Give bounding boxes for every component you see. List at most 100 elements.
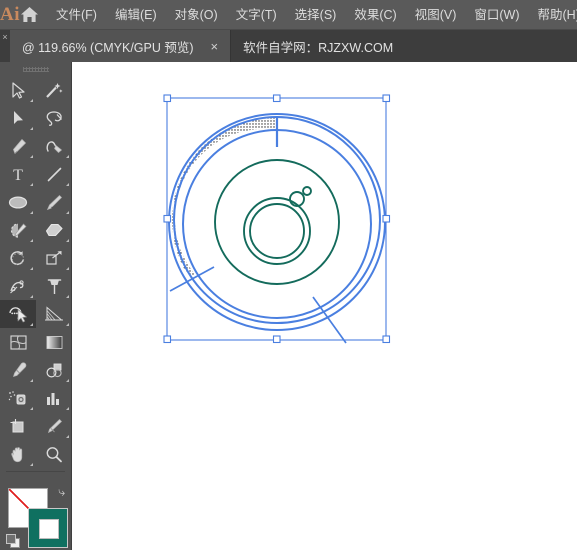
cone-ring-green bbox=[214, 159, 340, 285]
menu-effect[interactable]: 效果(C) bbox=[345, 0, 405, 30]
app-logo: Ai bbox=[0, 3, 20, 25]
flyout-indicator-icon bbox=[66, 407, 69, 410]
pen-tool[interactable] bbox=[0, 132, 36, 160]
toolbar-divider bbox=[6, 471, 65, 472]
zoom-tool[interactable] bbox=[36, 440, 72, 468]
column-graph-tool[interactable] bbox=[36, 384, 72, 412]
default-fill-stroke-icon[interactable] bbox=[6, 534, 21, 549]
perspective-grid-tool[interactable] bbox=[36, 300, 72, 328]
second-ring-blue bbox=[182, 129, 372, 319]
flyout-indicator-icon bbox=[66, 379, 69, 382]
type-tool[interactable]: T bbox=[0, 160, 36, 188]
panel-close-icon[interactable]: × bbox=[0, 30, 10, 62]
tools-panel-grip[interactable] bbox=[0, 62, 71, 76]
menu-object[interactable]: 对象(O) bbox=[166, 0, 227, 30]
flyout-indicator-icon bbox=[66, 211, 69, 214]
stroke-swatch[interactable] bbox=[28, 508, 68, 548]
flyout-indicator-icon bbox=[30, 127, 33, 130]
flyout-indicator-icon bbox=[30, 267, 33, 270]
close-icon[interactable]: × bbox=[208, 40, 222, 53]
artwork-svg bbox=[163, 94, 391, 344]
flyout-indicator-icon bbox=[30, 463, 33, 466]
tick-diagonal-group bbox=[169, 266, 347, 344]
eraser-tool[interactable] bbox=[36, 216, 72, 244]
shape-builder-tool[interactable] bbox=[0, 300, 36, 328]
illustrator-window: Ai 文件(F) 编辑(E) 对象(O) 文字(T) 选择(S) 效果(C) 视… bbox=[0, 0, 577, 550]
svg-text:T: T bbox=[13, 167, 23, 183]
flyout-indicator-icon bbox=[30, 99, 33, 102]
gradient-tool[interactable] bbox=[36, 328, 72, 356]
paintbrush-tool[interactable] bbox=[36, 188, 72, 216]
shaper-tool[interactable] bbox=[0, 216, 36, 244]
tool-grid: T bbox=[0, 76, 71, 468]
flyout-indicator-icon bbox=[66, 267, 69, 270]
document-canvas[interactable] bbox=[72, 62, 577, 550]
menu-edit[interactable]: 编辑(E) bbox=[106, 0, 166, 30]
slice-tool[interactable] bbox=[36, 412, 72, 440]
menu-item-list: 文件(F) 编辑(E) 对象(O) 文字(T) 选择(S) 效果(C) 视图(V… bbox=[47, 0, 577, 30]
grip-dots-icon bbox=[22, 66, 49, 72]
stroke-swatch-center bbox=[39, 519, 59, 539]
handle-bottom-left bbox=[163, 335, 172, 344]
green-ring-group bbox=[214, 159, 340, 285]
menu-bar: Ai 文件(F) 编辑(E) 对象(O) 文字(T) 选择(S) 效果(C) 视… bbox=[0, 0, 577, 30]
ellipse-tool[interactable] bbox=[0, 188, 36, 216]
flyout-indicator-icon bbox=[66, 435, 69, 438]
rotate-tool[interactable] bbox=[0, 244, 36, 272]
color-controls: ⤶ bbox=[0, 480, 71, 550]
tools-panel: T ⤶ bbox=[0, 62, 72, 550]
artboard-tool[interactable] bbox=[0, 412, 36, 440]
hand-tool[interactable] bbox=[0, 440, 36, 468]
flyout-indicator-icon bbox=[30, 379, 33, 382]
flyout-indicator-icon bbox=[30, 183, 33, 186]
symbol-sprayer-tool[interactable] bbox=[0, 384, 36, 412]
eyedropper-tool[interactable] bbox=[0, 356, 36, 384]
home-icon[interactable] bbox=[20, 0, 39, 30]
flyout-indicator-icon bbox=[30, 407, 33, 410]
flyout-indicator-icon bbox=[30, 211, 33, 214]
menu-type[interactable]: 文字(T) bbox=[227, 0, 286, 30]
swap-fill-stroke-icon[interactable]: ⤶ bbox=[58, 484, 65, 500]
line-segment-tool[interactable] bbox=[36, 160, 72, 188]
bubble-small-green bbox=[302, 186, 312, 196]
scale-tool[interactable] bbox=[36, 244, 72, 272]
dustcap-outer-green bbox=[243, 197, 311, 265]
blend-tool[interactable] bbox=[36, 356, 72, 384]
flyout-indicator-icon bbox=[66, 239, 69, 242]
menu-help[interactable]: 帮助(H) bbox=[529, 0, 577, 30]
flyout-indicator-icon bbox=[66, 323, 69, 326]
mesh-tool[interactable] bbox=[0, 328, 36, 356]
handle-middle-left bbox=[163, 214, 172, 223]
flyout-indicator-icon bbox=[30, 155, 33, 158]
flyout-indicator-icon bbox=[30, 295, 33, 298]
handle-top-right bbox=[382, 94, 391, 103]
width-tool[interactable] bbox=[0, 272, 36, 300]
menu-window[interactable]: 窗口(W) bbox=[465, 0, 528, 30]
magic-wand-tool[interactable] bbox=[36, 76, 72, 104]
document-tab-bar: × @ 119.66% (CMYK/GPU 预览) × 软件自学网：RJZXW.… bbox=[0, 30, 577, 62]
tick-lower-right bbox=[312, 296, 347, 344]
handle-top-center bbox=[272, 94, 281, 103]
curvature-tool[interactable] bbox=[36, 132, 72, 160]
flyout-indicator-icon bbox=[66, 155, 69, 158]
handle-top-left bbox=[163, 94, 172, 103]
watermark-note: 软件自学网：RJZXW.COM bbox=[243, 40, 394, 55]
menu-file[interactable]: 文件(F) bbox=[47, 0, 106, 30]
dustcap-inner-green bbox=[249, 203, 305, 259]
selection-tool[interactable] bbox=[0, 76, 36, 104]
document-tab[interactable]: @ 119.66% (CMYK/GPU 预览) × bbox=[10, 30, 232, 62]
free-transform-tool[interactable] bbox=[36, 272, 72, 300]
handle-bottom-center bbox=[272, 335, 281, 344]
handle-bottom-right bbox=[382, 335, 391, 344]
flyout-indicator-icon bbox=[30, 239, 33, 242]
flyout-indicator-icon bbox=[66, 183, 69, 186]
document-tab-title: @ 119.66% (CMYK/GPU 预览) bbox=[22, 40, 194, 55]
handle-middle-right bbox=[382, 214, 391, 223]
direct-selection-tool[interactable] bbox=[0, 104, 36, 132]
flyout-indicator-icon bbox=[30, 323, 33, 326]
flyout-indicator-icon bbox=[66, 295, 69, 298]
default-fill-box bbox=[6, 534, 16, 544]
menu-view[interactable]: 视图(V) bbox=[406, 0, 466, 30]
menu-select[interactable]: 选择(S) bbox=[286, 0, 346, 30]
lasso-tool[interactable] bbox=[36, 104, 72, 132]
